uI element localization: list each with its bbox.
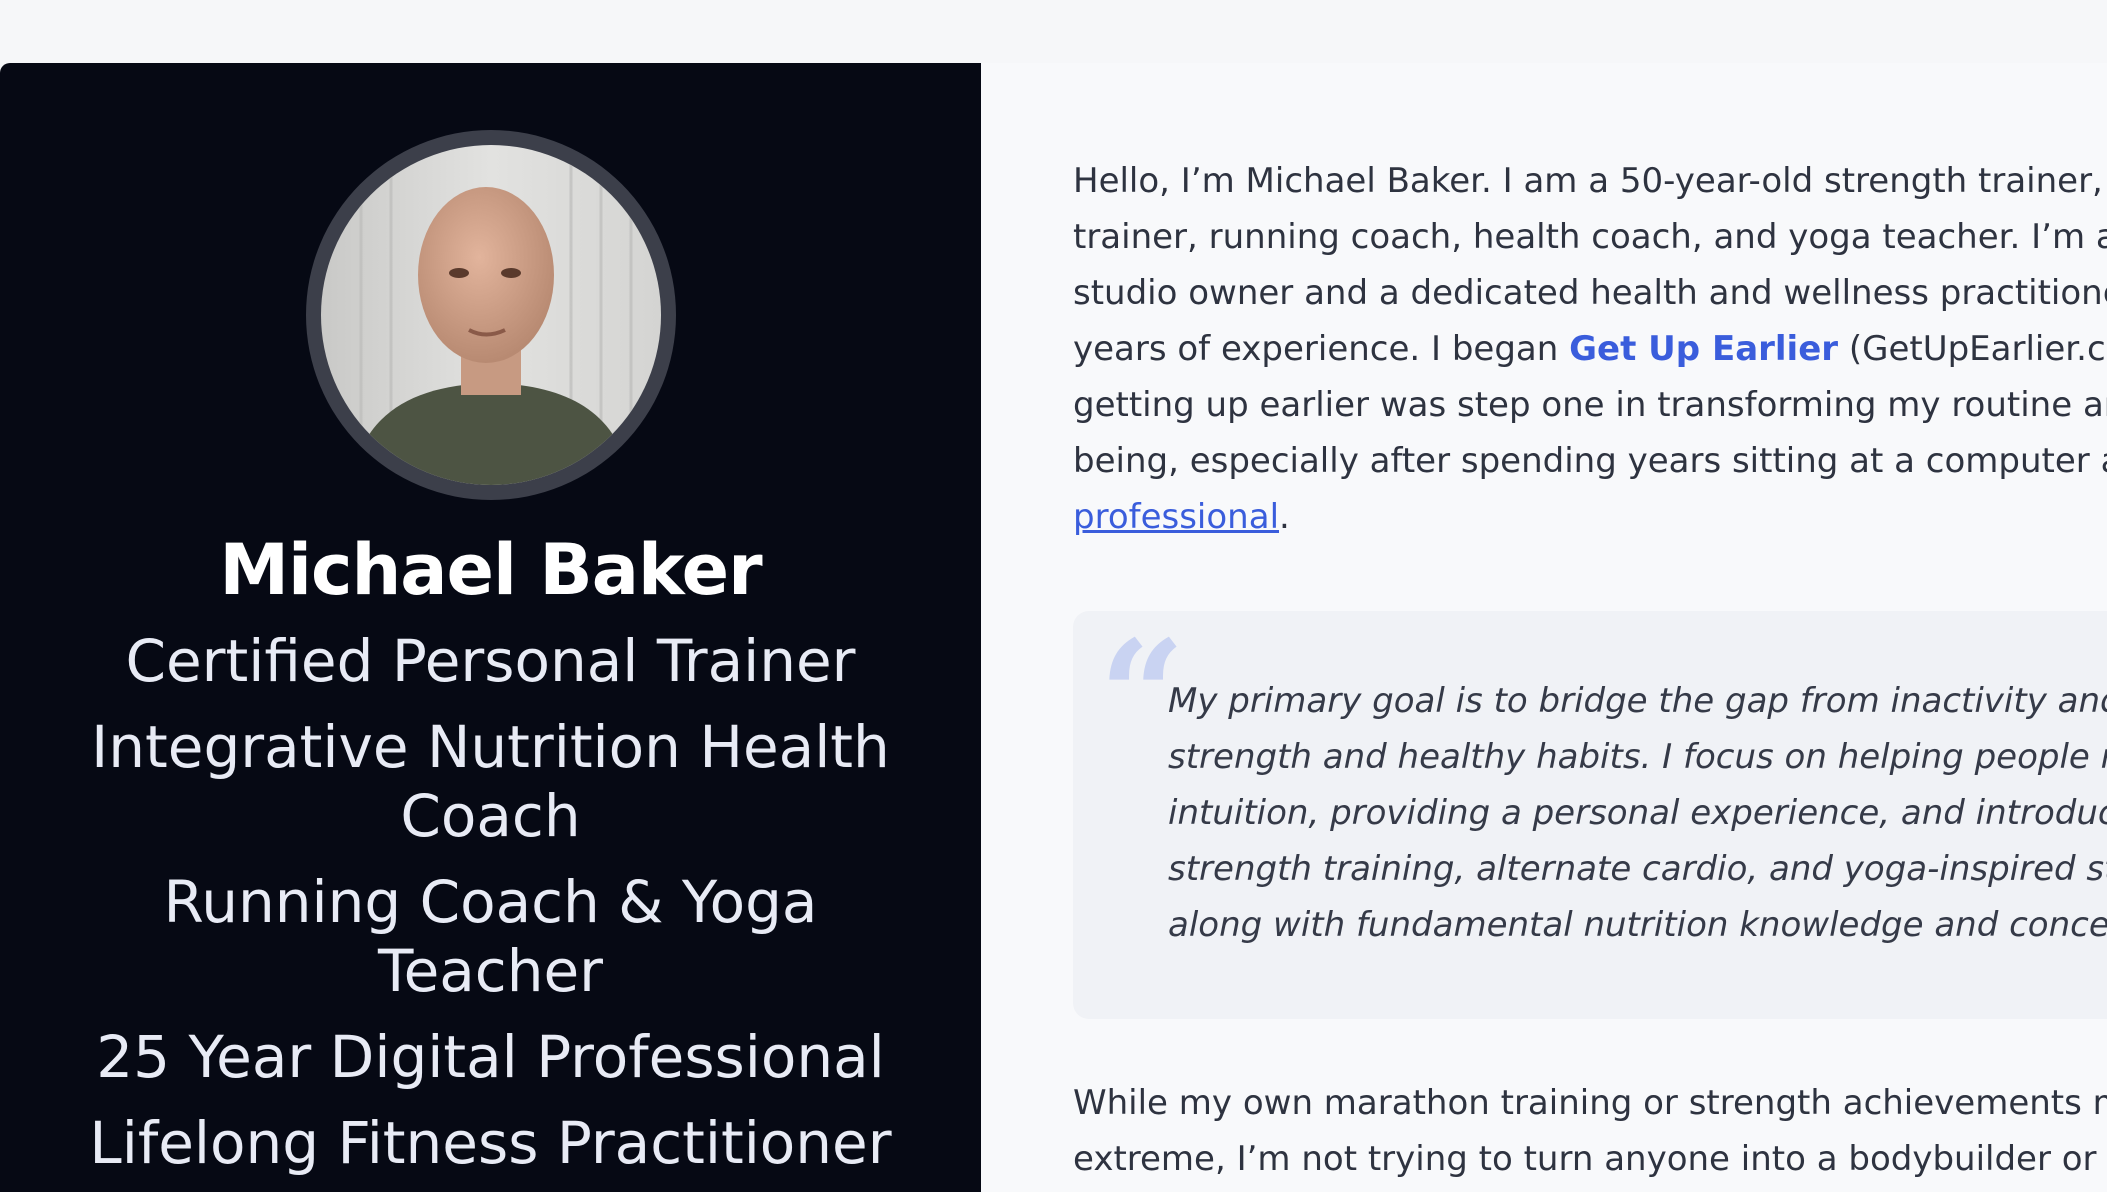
get-up-earlier-link[interactable]: Get Up Earlier	[1569, 329, 1838, 369]
body-line: While my own marathon training or streng…	[1073, 1083, 2107, 1123]
profile-card: Michael Baker Certified Personal Trainer…	[0, 63, 2107, 1192]
bio-content: Hello, I’m Michael Baker. I am a 50-year…	[981, 63, 2107, 1192]
credential-item: Lifelong Fitness Practitioner	[89, 1109, 892, 1177]
intro-line: Hello, I’m Michael Baker. I am a 50-year…	[1073, 161, 2107, 201]
credentials-list: Certified Personal Trainer Integrative N…	[81, 627, 901, 1192]
body-paragraph: While my own marathon training or streng…	[1073, 1075, 2107, 1187]
intro-line: professional.	[1073, 489, 2107, 545]
quote-line: strength and healthy habits. I focus on …	[1168, 737, 2107, 777]
intro-text: (GetUpEarlier.com)	[1848, 329, 2107, 369]
intro-text: .	[1279, 497, 1290, 537]
intro-line: studio owner and a dedicated health and …	[1073, 273, 2107, 313]
quote-line: strength training, alternate cardio, and…	[1168, 849, 2107, 889]
credential-item: Running Coach & Yoga Teacher	[163, 868, 818, 1005]
blockquote: “ My primary goal is to bridge the gap f…	[1073, 611, 2107, 1019]
professional-link[interactable]: professional	[1073, 497, 1279, 537]
credential-item: Certified Personal Trainer	[125, 627, 856, 695]
intro-text: years of experience. I began	[1073, 329, 1570, 369]
intro-line: being, especially after spending years s…	[1073, 441, 2107, 481]
quote-line: intuition, providing a personal experien…	[1168, 793, 2107, 833]
profile-sidebar: Michael Baker Certified Personal Trainer…	[0, 63, 981, 1192]
avatar	[305, 130, 676, 500]
profile-name: Michael Baker	[219, 529, 762, 611]
quote-text: My primary goal is to bridge the gap fro…	[1168, 673, 2107, 953]
intro-line: getting up earlier was step one in trans…	[1073, 385, 2107, 425]
intro-line: trainer, running coach, health coach, an…	[1073, 217, 2107, 257]
quote-line: along with fundamental nutrition knowled…	[1168, 905, 2107, 945]
body-line: extreme, I’m not trying to turn anyone i…	[1073, 1139, 2107, 1179]
intro-line: years of experience. I began Get Up Earl…	[1073, 321, 2107, 377]
credential-item: 25 Year Digital Professional	[96, 1023, 885, 1091]
credential-item: Integrative Nutrition Health Coach	[91, 713, 890, 850]
intro-paragraph: Hello, I’m Michael Baker. I am a 50-year…	[1073, 153, 2107, 545]
avatar-photo	[320, 145, 661, 485]
quote-line: My primary goal is to bridge the gap fro…	[1168, 681, 2107, 721]
quote-icon: “	[1099, 608, 1186, 784]
